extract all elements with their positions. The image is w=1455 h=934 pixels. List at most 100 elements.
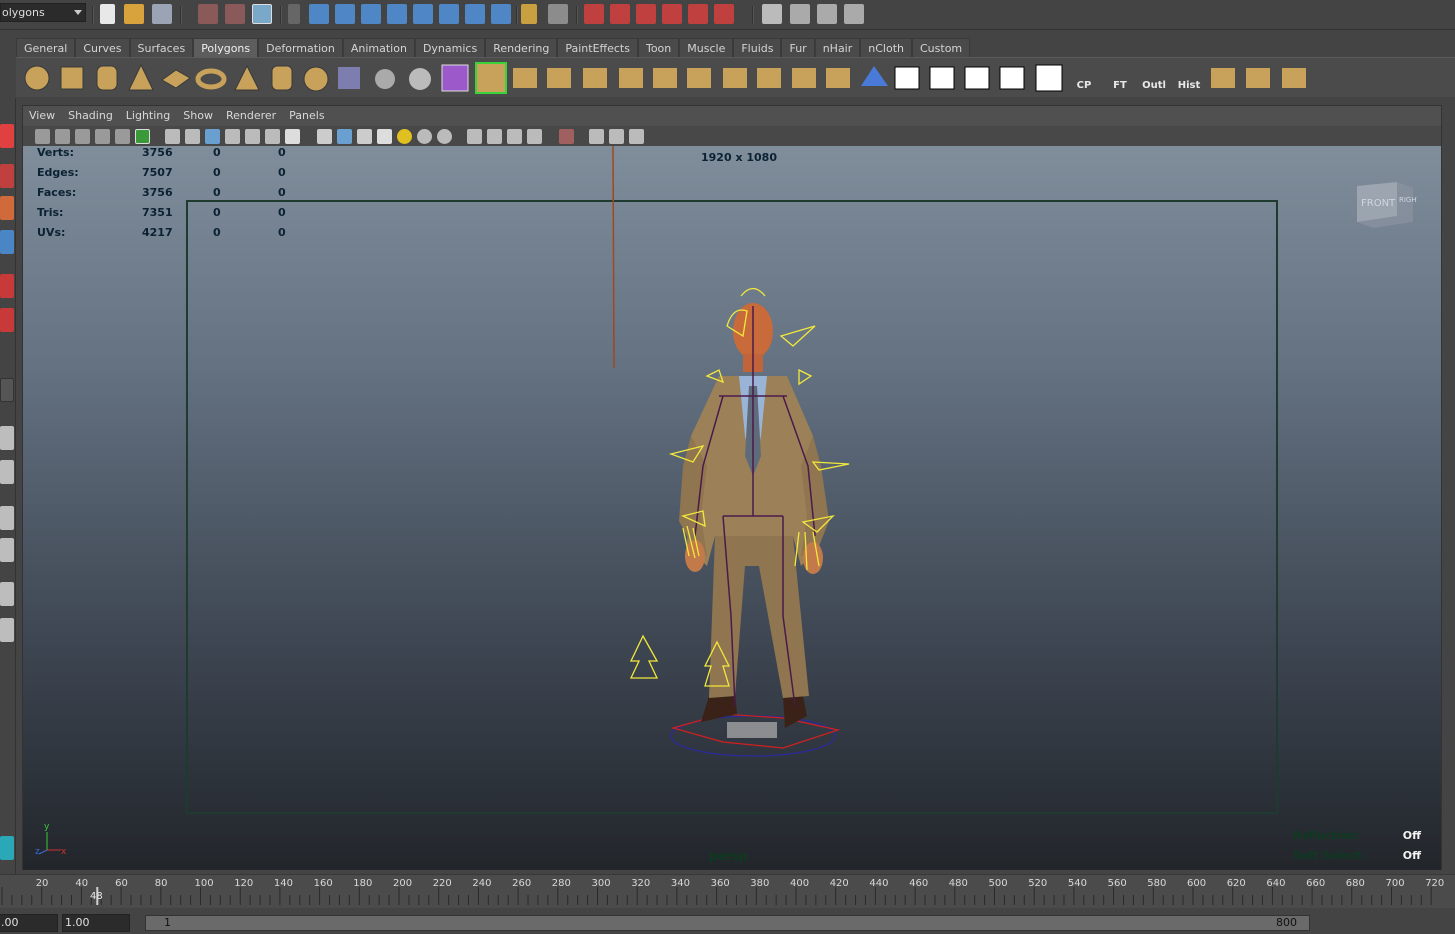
select-hierarchy-icon[interactable] <box>198 4 218 24</box>
split-polygon-icon[interactable] <box>583 68 607 88</box>
grease-pencil-icon[interactable] <box>135 129 150 144</box>
resolution-gate-icon[interactable] <box>205 129 220 144</box>
layout-outliner-icon[interactable] <box>0 538 14 562</box>
move-tool-icon[interactable] <box>0 230 14 254</box>
shelf-tab-deformation[interactable]: Deformation <box>258 38 343 57</box>
perspective-viewport[interactable]: Verts: 3756 0 0 Edges: 7507 0 0 Faces: 3756 0 0 Tris… <box>23 146 1441 870</box>
pick-misc-icon[interactable] <box>491 4 511 24</box>
collapse-icon[interactable] <box>757 68 781 88</box>
layout-graph-editor-icon[interactable] <box>0 618 14 642</box>
shelf-tab-general[interactable]: General <box>16 38 76 57</box>
safe-action-icon[interactable] <box>265 129 280 144</box>
panel-menu-shading[interactable]: Shading <box>68 106 113 126</box>
separate-icon[interactable] <box>375 69 395 89</box>
uv-planar-icon[interactable] <box>929 66 955 90</box>
cp-shelf-button[interactable]: CP <box>1070 63 1098 93</box>
shelf-tab-polygons[interactable]: Polygons <box>193 38 259 57</box>
rotate-tool-icon[interactable] <box>0 274 14 298</box>
shadows-icon[interactable] <box>417 129 432 144</box>
pick-rendering-icon[interactable] <box>465 4 485 24</box>
layout-single-icon[interactable] <box>0 426 14 450</box>
quick-layout-icon[interactable] <box>0 836 14 860</box>
layout-hypershade-icon[interactable] <box>0 582 14 606</box>
camera-attributes-icon[interactable] <box>55 129 70 144</box>
merge-vertices-icon[interactable] <box>687 68 711 88</box>
shelf-tab-surfaces[interactable]: Surfaces <box>129 38 194 57</box>
image-plane-icon[interactable] <box>95 129 110 144</box>
poly-plane-icon[interactable] <box>161 69 191 89</box>
panel-menu-view[interactable]: View <box>29 106 55 126</box>
uv-auto-icon[interactable] <box>1035 64 1063 92</box>
booleans-icon[interactable] <box>441 64 469 92</box>
graph-icon[interactable] <box>629 129 644 144</box>
render-settings-icon[interactable] <box>844 4 864 24</box>
grid-icon[interactable] <box>165 129 180 144</box>
uv-cylindrical-icon[interactable] <box>964 66 990 90</box>
smooth-shade-icon[interactable] <box>337 129 352 144</box>
lasso-tool-icon[interactable] <box>0 164 14 188</box>
bookmark-icon[interactable] <box>75 129 90 144</box>
shelf-tab-nhair[interactable]: nHair <box>814 38 861 57</box>
snap-live-icon[interactable] <box>688 4 708 24</box>
select-tool-icon[interactable] <box>0 124 14 148</box>
view-cube[interactable]: FRONT RIGHT <box>1353 172 1417 230</box>
make-live-icon[interactable] <box>714 4 734 24</box>
pick-curves-icon[interactable] <box>361 4 381 24</box>
shelf-tab-painteffects[interactable]: PaintEffects <box>557 38 638 57</box>
screen-space-ao-icon[interactable] <box>437 129 452 144</box>
panel-menu-lighting[interactable]: Lighting <box>126 106 170 126</box>
poly-cone-icon[interactable] <box>128 63 154 91</box>
combine-icon[interactable] <box>338 67 360 89</box>
uv-cut-icon[interactable] <box>1282 68 1306 88</box>
xray-icon[interactable] <box>559 129 574 144</box>
2d-pan-zoom-icon[interactable] <box>115 129 130 144</box>
film-gate-icon[interactable] <box>185 129 200 144</box>
pick-dynamics-icon[interactable] <box>439 4 459 24</box>
snap-point-icon[interactable] <box>636 4 656 24</box>
delete-edge-icon[interactable] <box>723 68 747 88</box>
wedge-icon[interactable] <box>861 66 888 86</box>
field-chart-icon[interactable] <box>245 129 260 144</box>
bridge-icon[interactable] <box>513 68 537 88</box>
poly-cylinder-icon[interactable] <box>96 65 118 91</box>
shelf-tab-ncloth[interactable]: nCloth <box>860 38 912 57</box>
outliner-shelf-button[interactable]: Outl <box>1140 63 1168 93</box>
pick-handles-icon[interactable] <box>309 4 329 24</box>
xray-joints-icon[interactable] <box>589 129 604 144</box>
camera-select-icon[interactable] <box>35 129 50 144</box>
chamfer-icon[interactable] <box>792 68 816 88</box>
use-all-lights-icon[interactable] <box>397 129 412 144</box>
shelf-tab-toon[interactable]: Toon <box>637 38 680 57</box>
pick-deformations-icon[interactable] <box>413 4 433 24</box>
layout-persp-graph-icon[interactable] <box>0 506 14 530</box>
menu-set-dropdown[interactable]: olygons <box>0 3 86 22</box>
scale-tool-icon[interactable] <box>0 308 14 332</box>
textured-icon[interactable] <box>377 129 392 144</box>
rigged-character[interactable] <box>623 266 883 766</box>
snap-view-plane-icon[interactable] <box>662 4 682 24</box>
snap-curve-icon[interactable] <box>610 4 630 24</box>
poke-icon[interactable] <box>826 68 850 88</box>
start-time-field[interactable]: .00 <box>0 914 58 932</box>
select-component-icon[interactable] <box>252 4 272 24</box>
playback-start-field[interactable]: 1.00 <box>62 914 130 932</box>
poly-sphere-icon[interactable] <box>24 65 50 91</box>
shelf-tab-animation[interactable]: Animation <box>342 38 415 57</box>
panel-menu-panels[interactable]: Panels <box>289 106 324 126</box>
new-scene-icon[interactable] <box>100 4 115 24</box>
render-view-icon[interactable] <box>762 4 782 24</box>
poly-cube-icon[interactable] <box>60 66 84 90</box>
uv-spherical-icon[interactable] <box>999 66 1025 90</box>
shelf-tab-dynamics[interactable]: Dynamics <box>414 38 486 57</box>
poly-pyramid-icon[interactable] <box>234 64 260 91</box>
append-polygon-icon[interactable] <box>547 68 571 88</box>
shelf-tab-curves[interactable]: Curves <box>75 38 130 57</box>
lock-selection-icon[interactable] <box>521 4 537 24</box>
poly-soccer-icon[interactable] <box>303 66 329 92</box>
render-frame-icon[interactable] <box>790 4 810 24</box>
wireframe-icon[interactable] <box>317 129 332 144</box>
pick-joints-icon[interactable] <box>335 4 355 24</box>
smooth-icon[interactable] <box>409 68 431 90</box>
panel-menu-renderer[interactable]: Renderer <box>226 106 276 126</box>
poly-pipe-icon[interactable] <box>271 65 293 91</box>
